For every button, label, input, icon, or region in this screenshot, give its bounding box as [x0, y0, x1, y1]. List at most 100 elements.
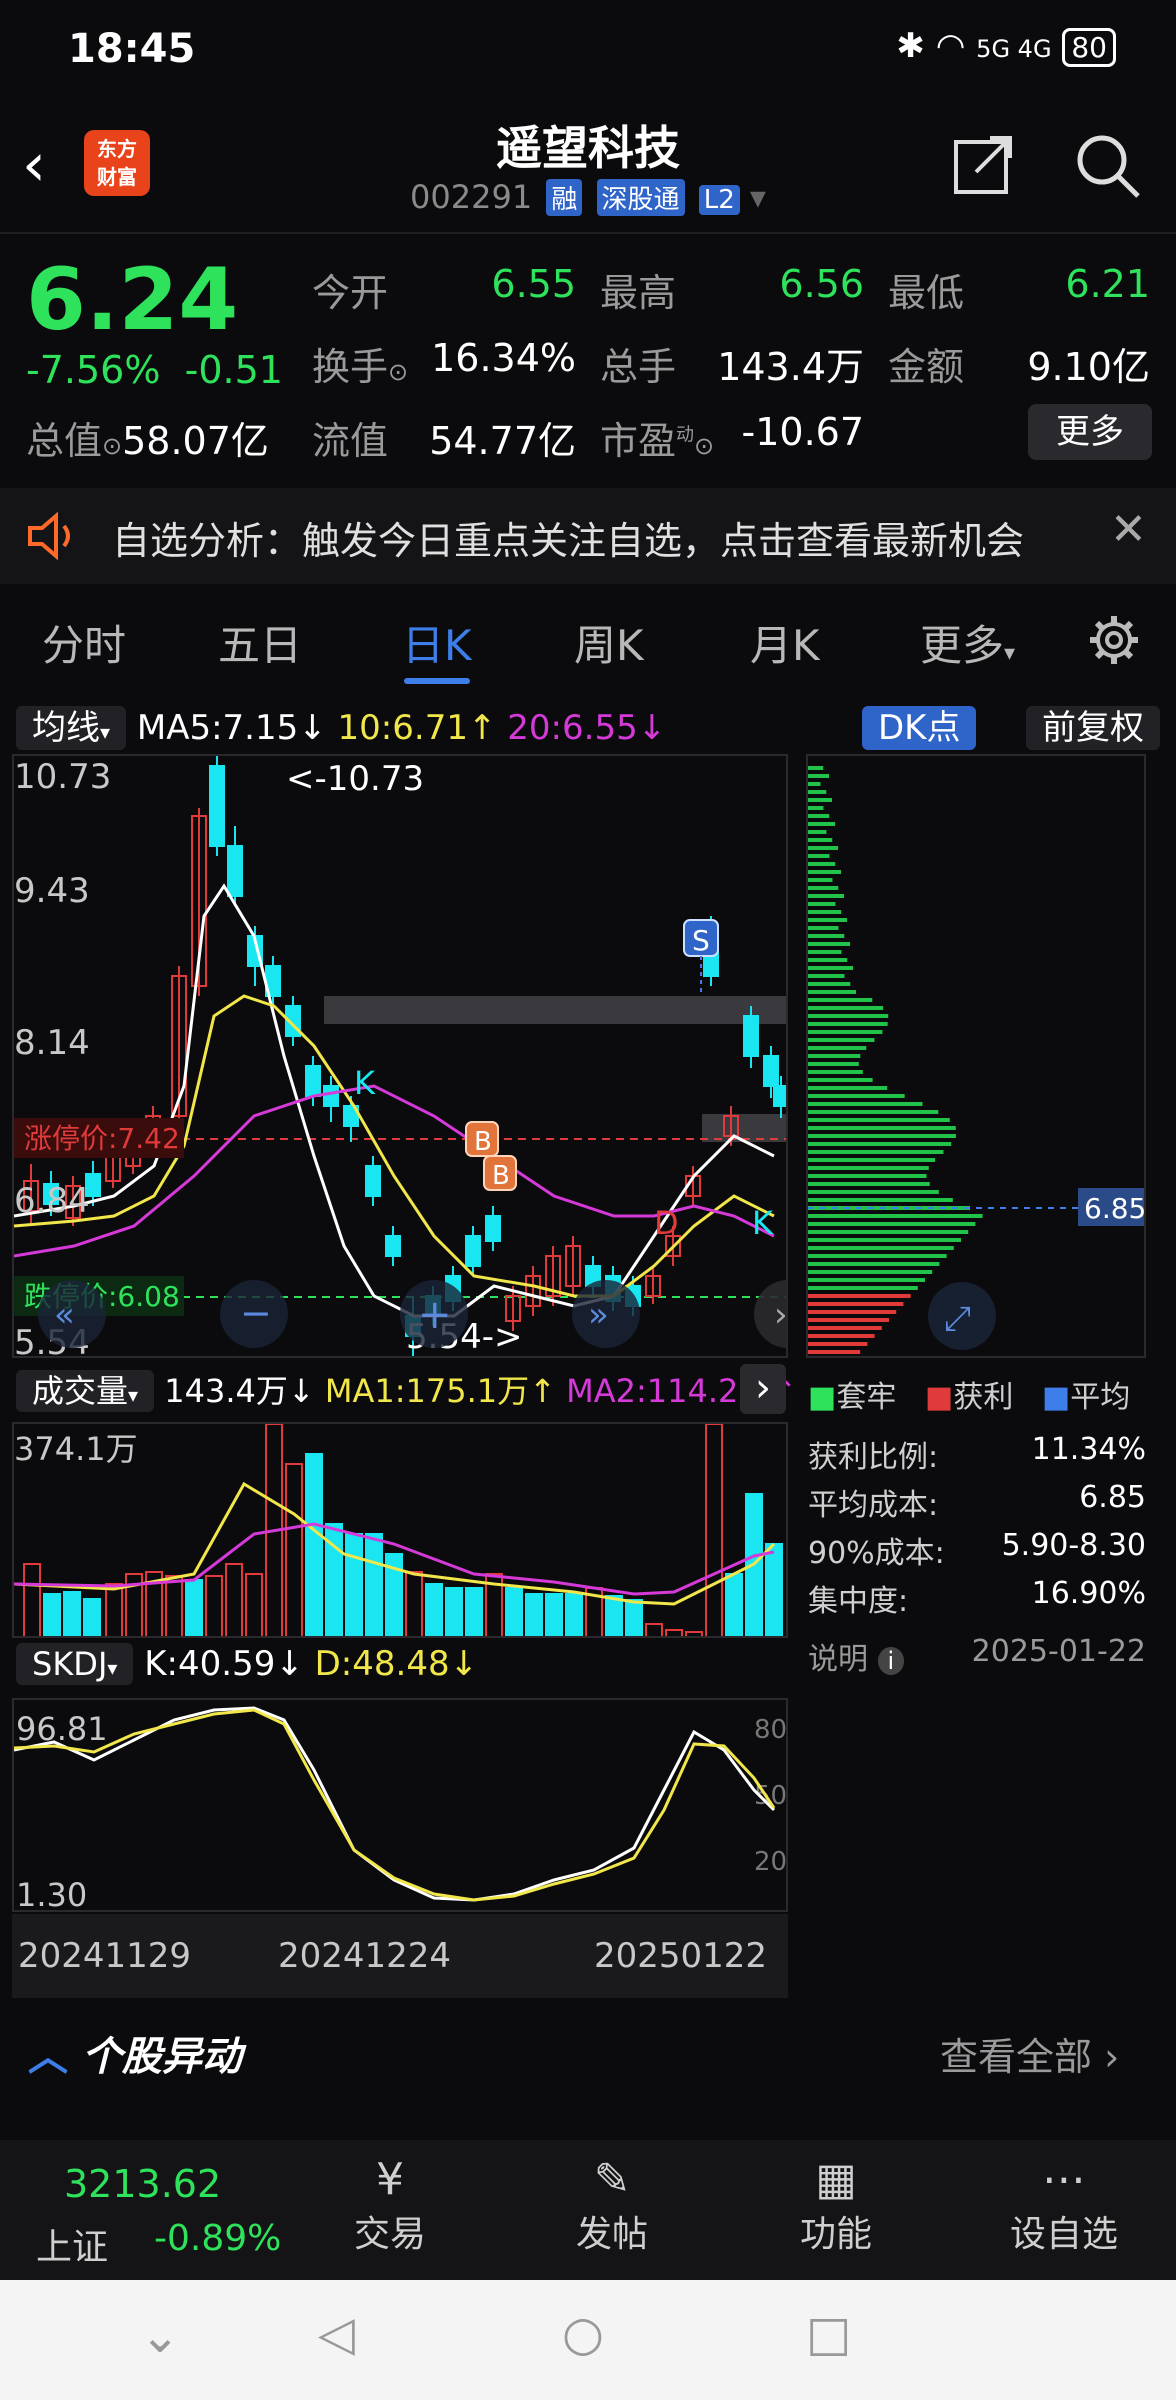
chip-bar	[808, 790, 827, 794]
bottom-nav: 3213.62 上证 -0.89% ¥ 交易 ✎ 发帖 ▦ 功能 ⋯ 设自选	[0, 2140, 1176, 2280]
chip-row-value-3: 16.90%	[1031, 1576, 1146, 1611]
chip-bar	[808, 902, 836, 906]
volume-bar	[565, 1593, 583, 1636]
skdj-selector[interactable]: SKDJ▾	[16, 1643, 134, 1685]
gear-icon[interactable]	[1088, 614, 1140, 666]
double-right-icon: »	[588, 1295, 609, 1335]
chip-row-value-1: 6.85	[1079, 1480, 1146, 1515]
high-label: 最高	[600, 271, 677, 315]
chip-bar	[808, 1302, 904, 1306]
chip-bar	[808, 1286, 918, 1290]
movement-header[interactable]: ︿ 个股异动	[28, 2024, 242, 2082]
search-icon[interactable]	[1074, 132, 1142, 200]
nav-functions[interactable]: ▦ 功能	[776, 2154, 896, 2257]
chip-bar	[808, 870, 842, 874]
skdj-k: K:40.59↓	[144, 1644, 304, 1684]
volume-bar	[765, 1543, 783, 1636]
volume-chart[interactable]: 374.1万	[12, 1422, 788, 1638]
volume-bar	[105, 1583, 123, 1636]
chip-bar	[808, 1150, 944, 1154]
info-icon[interactable]: ⊙	[694, 432, 714, 460]
info-icon[interactable]: ⊙	[388, 358, 408, 386]
chip-bar	[808, 1094, 905, 1098]
chip-bar	[808, 1278, 925, 1282]
ma10-value: 10:6.71↑	[337, 708, 497, 748]
chip-bar	[808, 1310, 897, 1314]
close-icon[interactable]: ✕	[1110, 504, 1147, 555]
volume-bar	[405, 1571, 423, 1636]
candle	[227, 845, 243, 897]
index-name[interactable]: 上证	[36, 2218, 108, 2270]
chevron-right-icon: ›	[1104, 2035, 1120, 2079]
chip-bar	[808, 1342, 868, 1346]
chip-bar	[808, 1350, 861, 1354]
candlestick-chart[interactable]: 10.73 9.43 8.14 6.84 5.54 <-10.73 5.54->…	[12, 754, 788, 1358]
chip-bar	[808, 1070, 863, 1074]
chevron-down-icon[interactable]: ▾	[750, 178, 766, 216]
open-label: 今开	[312, 271, 389, 315]
chip-bar	[808, 1190, 939, 1194]
stock-code: 002291	[410, 178, 533, 216]
home-circle-icon[interactable]: ○	[562, 2306, 604, 2362]
more-button[interactable]: 更多	[1028, 404, 1152, 460]
high-value: 6.56	[779, 262, 864, 306]
date-label-0: 20241129	[18, 1936, 192, 1976]
caret-down-icon: ▾	[107, 1656, 118, 1680]
index-pct[interactable]: -0.89%	[154, 2218, 281, 2259]
volume-bar	[205, 1575, 223, 1636]
volume-value: 143.4万↓	[164, 1372, 315, 1410]
ma-label: 均线	[32, 708, 100, 748]
skdj-chart[interactable]: 96.81 1.30 80 50 20	[12, 1698, 788, 1912]
notice-bar[interactable]: 自选分析：触发今日重点关注自选，点击查看最新机会 ✕	[0, 488, 1176, 584]
y-label-top: 10.73	[14, 757, 111, 797]
volume-bar	[705, 1424, 723, 1636]
tab-more[interactable]: 更多▾	[920, 612, 1015, 673]
info-icon[interactable]: ⊙	[102, 432, 122, 460]
tab-daily-k[interactable]: 日K	[402, 612, 472, 673]
low-label: 最低	[888, 271, 965, 315]
tab-weekly-k[interactable]: 周K	[574, 612, 644, 673]
pe-sup: 动	[676, 424, 695, 446]
chip-distribution-chart[interactable]: 6.85 ⤢	[806, 754, 1146, 1358]
tab-monthly-k[interactable]: 月K	[750, 612, 820, 673]
signal-k-label-1: K	[354, 1064, 376, 1102]
y-label-4: 6.84	[14, 1181, 90, 1221]
recents-square-icon[interactable]: □	[806, 2306, 851, 2362]
notice-text: 自选分析：触发今日重点关注自选，点击查看最新机会	[112, 519, 1025, 563]
expand-panel-button[interactable]: ›	[740, 1364, 786, 1414]
skdj-level-20: 20	[754, 1847, 787, 1877]
nav-add-watch[interactable]: ⋯ 设自选	[996, 2154, 1132, 2257]
volume-bar	[625, 1599, 643, 1636]
chip-note[interactable]: 说明 i	[808, 1634, 905, 1678]
fq-button[interactable]: 前复权	[1026, 700, 1160, 750]
chip-bar	[808, 1022, 888, 1026]
index-value[interactable]: 3213.62	[64, 2162, 221, 2206]
chip-bar	[808, 1334, 875, 1338]
current-price: 6.24	[26, 250, 239, 350]
chip-bar	[808, 862, 836, 866]
chip-bar	[808, 766, 824, 770]
chip-bar	[808, 886, 839, 890]
chip-bar	[808, 1246, 954, 1250]
view-all-link[interactable]: 查看全部 ›	[940, 2026, 1119, 2081]
chevron-down-icon[interactable]: ⌄	[140, 2308, 180, 2364]
tab-5day[interactable]: 五日	[218, 612, 302, 673]
dk-button[interactable]: DK点	[862, 700, 977, 750]
candle	[365, 1165, 381, 1197]
chip-bar	[808, 1062, 859, 1066]
volume-label: 总手	[600, 345, 677, 389]
nav-post[interactable]: ✎ 发帖	[552, 2154, 672, 2257]
back-triangle-icon[interactable]: ◁	[318, 2306, 355, 2362]
ma-bar: 均线▾ MA5:7.15↓ 10:6.71↑ 20:6.55↓	[16, 700, 666, 750]
share-icon[interactable]	[952, 134, 1014, 196]
resistance-band-2	[702, 1114, 786, 1142]
open-value: 6.55	[491, 262, 576, 306]
volume-selector[interactable]: 成交量▾	[16, 1370, 155, 1412]
ma-selector[interactable]: 均线▾	[16, 706, 127, 750]
volume-bar	[185, 1579, 203, 1636]
chip-bar	[808, 1158, 936, 1162]
tab-intraday[interactable]: 分时	[42, 612, 126, 673]
chip-date: 2025-01-22	[971, 1634, 1146, 1669]
mcap-value: 58.07亿	[122, 419, 269, 463]
nav-trade[interactable]: ¥ 交易	[330, 2154, 450, 2257]
